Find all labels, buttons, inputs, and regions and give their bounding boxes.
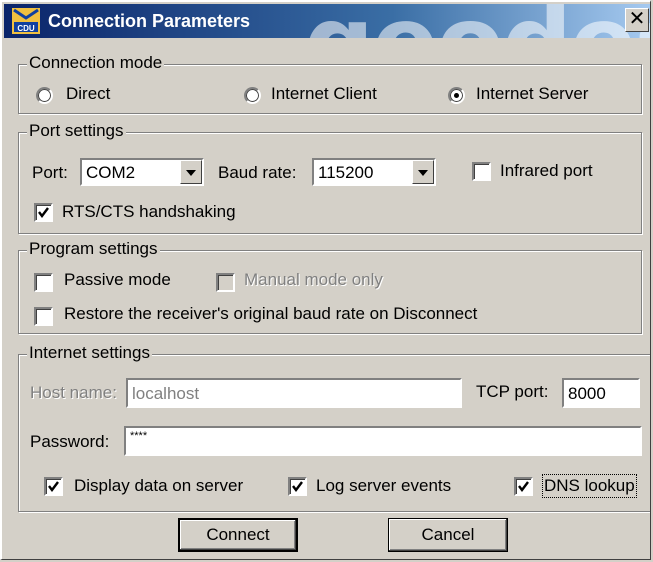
checkmark-icon [48, 481, 59, 492]
port-select-value: COM2 [86, 163, 136, 182]
host-name-field[interactable]: localhost [126, 378, 462, 408]
display-data-checkbox[interactable] [44, 477, 63, 496]
radio-direct[interactable] [36, 87, 53, 104]
port-settings-title: Port settings [27, 121, 126, 141]
baud-rate-select-value: 115200 [318, 163, 374, 182]
checkmark-icon [292, 481, 303, 492]
log-events-checkbox[interactable] [288, 477, 307, 496]
tcp-port-field[interactable]: 8000 [562, 378, 640, 408]
rts-cts-checkbox[interactable] [34, 203, 53, 222]
program-settings-title: Program settings [27, 239, 160, 259]
infrared-port-label: Infrared port [500, 161, 593, 180]
log-events-label: Log server events [316, 476, 452, 495]
host-name-label: Host name: [30, 383, 117, 402]
manual-mode-label: Manual mode only [244, 270, 383, 289]
radio-internet-client-label: Internet Client [271, 84, 377, 103]
password-field[interactable]: **** [124, 426, 642, 456]
manual-mode-checkbox [216, 273, 235, 292]
port-select[interactable]: COM2 [80, 158, 204, 186]
title-bar[interactable]: geodesi CDU Connection Parameters ✕ [4, 4, 650, 38]
infrared-port-checkbox[interactable] [472, 162, 491, 181]
close-button[interactable]: ✕ [625, 8, 649, 32]
connection-mode-title: Connection mode [27, 53, 165, 73]
baud-rate-label: Baud rate: [218, 163, 297, 182]
svg-text:CDU: CDU [17, 24, 35, 33]
tcp-port-value: 8000 [568, 384, 606, 403]
tcp-port-label: TCP port: [476, 382, 549, 401]
cancel-button[interactable]: Cancel [388, 518, 508, 552]
password-label: Password: [30, 432, 110, 451]
app-icon: CDU [12, 8, 40, 34]
chevron-down-icon[interactable] [412, 160, 434, 184]
port-label: Port: [32, 163, 68, 182]
internet-settings-title: Internet settings [27, 343, 152, 363]
rts-cts-label: RTS/CTS handshaking [62, 202, 236, 221]
restore-baud-label: Restore the receiver's original baud rat… [64, 304, 478, 323]
radio-internet-server[interactable] [448, 87, 465, 104]
radio-direct-label: Direct [66, 84, 111, 103]
password-value: **** [130, 430, 148, 442]
baud-rate-select[interactable]: 115200 [312, 158, 436, 186]
close-icon: ✕ [628, 8, 646, 30]
checkmark-icon [38, 207, 49, 218]
radio-internet-client[interactable] [244, 87, 261, 104]
host-name-value: localhost [132, 384, 200, 403]
radio-internet-server-label: Internet Server [476, 84, 589, 103]
passive-mode-checkbox[interactable] [34, 273, 53, 292]
watermark: geodesi [304, 4, 650, 38]
display-data-label: Display data on server [74, 476, 244, 495]
chevron-down-icon[interactable] [180, 160, 202, 184]
restore-baud-checkbox[interactable] [34, 307, 53, 326]
connect-button[interactable]: Connect [178, 518, 298, 552]
dns-lookup-label: DNS lookup [542, 474, 637, 498]
dns-lookup-checkbox[interactable] [514, 477, 533, 496]
window-title: Connection Parameters [48, 11, 251, 31]
connection-parameters-dialog: geodesi CDU Connection Parameters ✕ Conn… [0, 0, 651, 560]
passive-mode-label: Passive mode [64, 270, 171, 289]
checkmark-icon [518, 481, 529, 492]
